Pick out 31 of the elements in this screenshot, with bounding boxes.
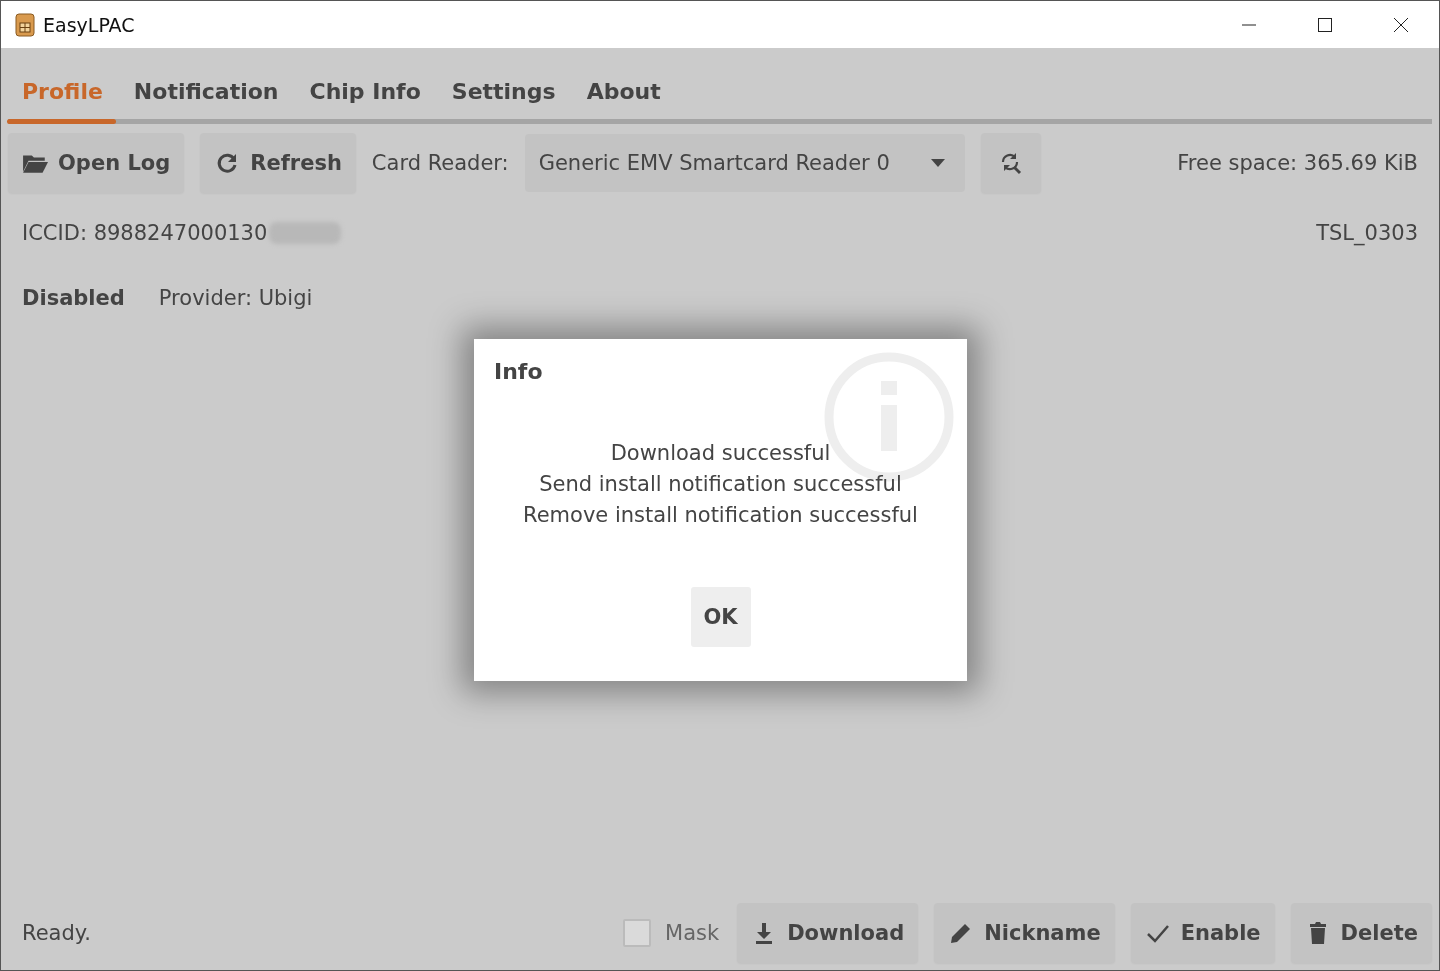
maximize-icon [1318,17,1332,32]
dialog-title: Info [494,359,544,384]
tab[interactable]: Settings [437,79,570,118]
tab[interactable]: About [572,79,675,118]
free-space-label: Free space: 365.69 KiB [1177,151,1418,175]
dialog-message: Send install notification successful [538,471,903,498]
dropdown-caret-icon [930,159,945,167]
refresh-button[interactable]: Refresh [200,133,356,193]
ok-button[interactable]: OK [690,587,751,647]
iccid-label: ICCID: 8988247000130 [22,221,268,245]
download-button[interactable]: Download [737,903,919,963]
card-reader-label: Card Reader: [371,151,509,175]
minimize-icon [1242,23,1256,26]
nickname-button[interactable]: Nickname [934,903,1115,963]
enable-button[interactable]: Enable [1130,903,1275,963]
scan-reader-button[interactable] [980,133,1041,193]
dialog-message: Remove install notification successful [522,502,919,529]
provider-label: Provider: Ubigi [158,286,313,310]
profile-status: Disabled [22,286,125,310]
mask-label: Mask [665,921,720,945]
tab[interactable]: Notification [119,79,293,118]
window-title: EasyLPAC [43,13,135,36]
delete-button[interactable]: Delete [1290,903,1432,963]
open-log-button[interactable]: Open Log [8,133,185,193]
card-reader-dropdown[interactable]: Generic EMV Smartcard Reader 0 [524,134,965,192]
tab[interactable]: Chip Info [295,79,435,118]
close-icon [1394,17,1408,32]
app-icon [15,12,35,37]
status-text: Ready. [22,921,91,945]
dialog-message: Download successful [609,440,832,467]
chip-model: TSL_0303 [1316,221,1418,245]
